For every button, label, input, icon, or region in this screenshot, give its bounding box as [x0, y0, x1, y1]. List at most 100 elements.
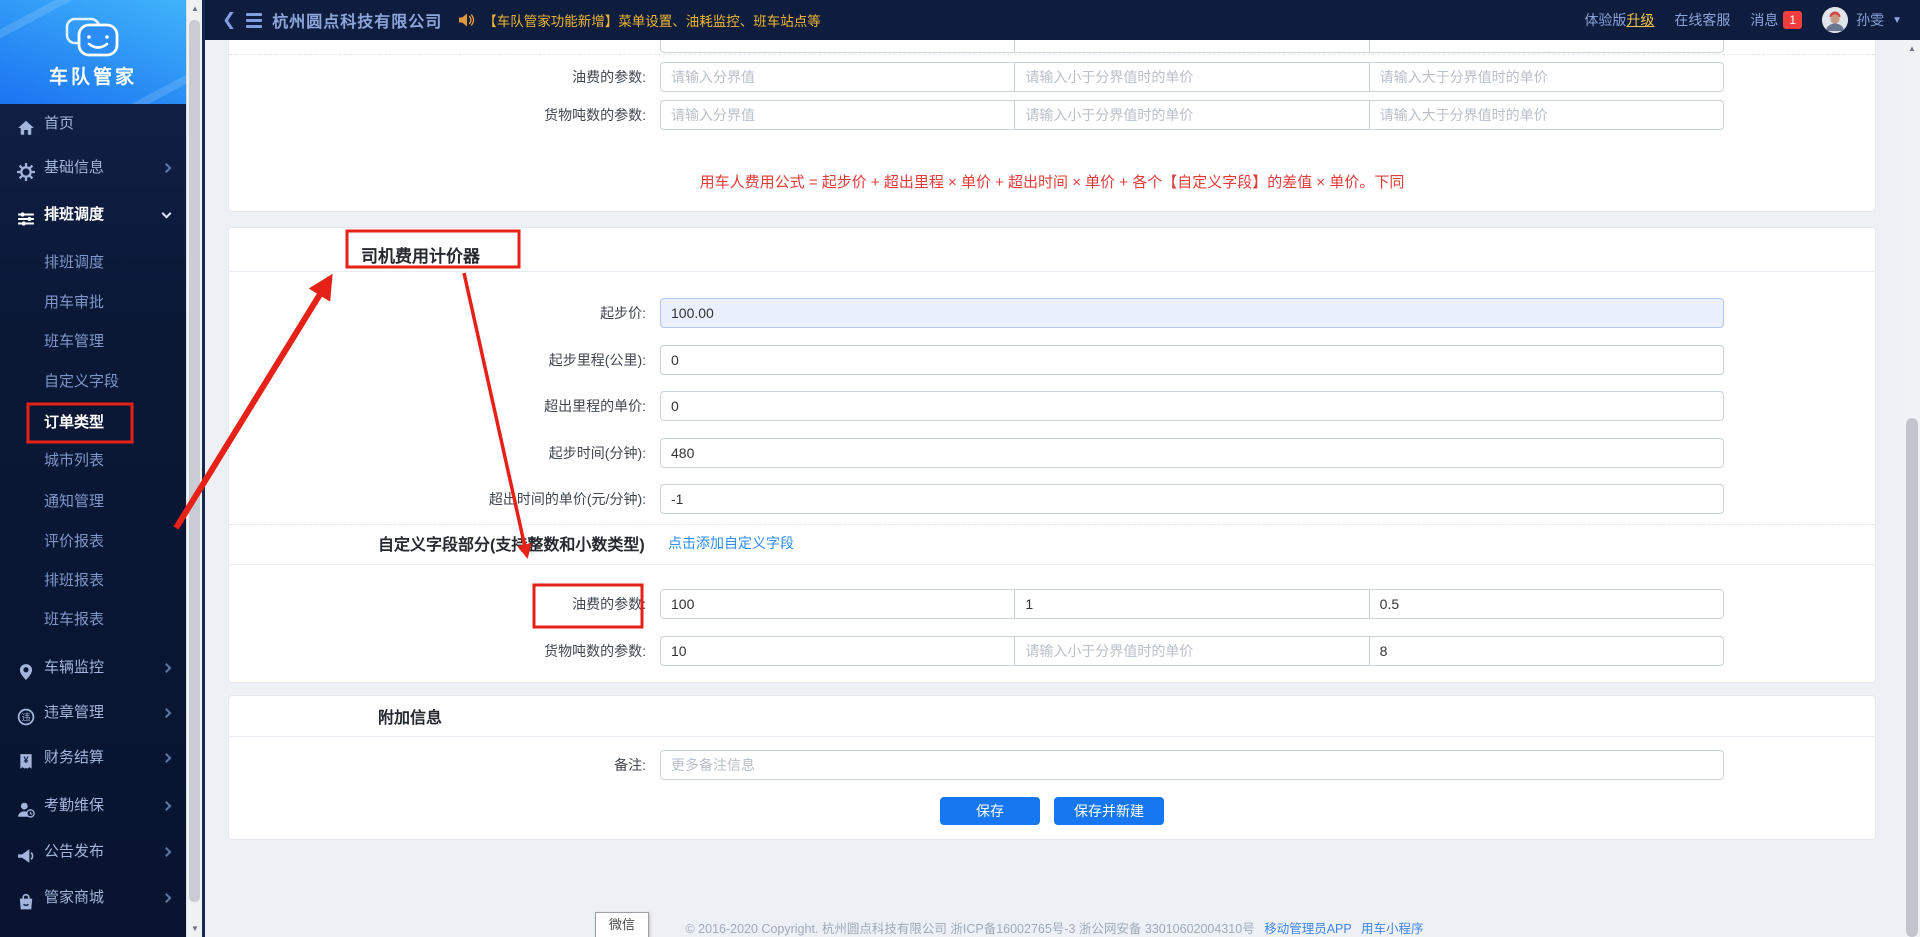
excess-mileage-price-input[interactable]: [660, 391, 1724, 421]
person-clock-icon: [17, 797, 35, 815]
wechat-tooltip: 微信: [595, 912, 649, 937]
chevron-right-icon: [162, 663, 172, 673]
add-custom-field-link[interactable]: 点击添加自定义字段: [668, 533, 794, 553]
trial-label: 体验版: [1584, 12, 1626, 28]
sidebar-item-shuttle-mgmt[interactable]: 班车管理: [0, 325, 186, 359]
above-threshold-price-input[interactable]: [1369, 637, 1723, 665]
page-scrollbar[interactable]: ▲: [1904, 40, 1920, 937]
page-scrollbar-thumb[interactable]: [1906, 418, 1918, 937]
section-separator: [229, 54, 1875, 55]
base-time-input[interactable]: [660, 438, 1724, 468]
admin-app-link[interactable]: 移动管理员APP: [1264, 922, 1351, 936]
base-mileage-input[interactable]: [660, 345, 1724, 375]
sidebar-item-vehicle-approval[interactable]: 用车审批: [0, 286, 186, 320]
threshold-input[interactable]: [661, 101, 1014, 129]
card-extra-info: 附加信息 备注: 保存 保存并新建: [228, 695, 1876, 840]
base-price-input[interactable]: [660, 298, 1724, 328]
sidebar-item-violation-mgmt[interactable]: 违 违章管理: [0, 695, 186, 731]
announcement-text: 【车队管家功能新增】菜单设置、油耗监控、班车站点等: [483, 10, 821, 30]
sidebar-item-order-type[interactable]: 订单类型: [0, 406, 186, 440]
user-menu[interactable]: 孙雯 ▼: [1822, 7, 1902, 33]
app-title: 车队管家: [49, 62, 137, 89]
violation-badge-icon: 违: [17, 704, 35, 722]
gear-icon: [17, 159, 35, 177]
above-threshold-price-input[interactable]: [1369, 63, 1723, 91]
remark-input[interactable]: [660, 750, 1724, 780]
trial-upgrade[interactable]: 体验版升级: [1584, 10, 1654, 30]
speaker-icon: [458, 12, 475, 28]
scroll-up-arrow[interactable]: ▲: [1904, 44, 1920, 53]
section-separator: [229, 736, 1875, 737]
mini-program-link[interactable]: 用车小程序: [1361, 922, 1424, 936]
sidebar-group-scheduling[interactable]: 排班调度: [0, 197, 186, 233]
below-threshold-price-input[interactable]: [1014, 637, 1368, 665]
chevron-right-icon: [162, 801, 172, 811]
sidebar-item-rating-report[interactable]: 评价报表: [0, 525, 186, 559]
card-driver-fee: 司机费用计价器 起步价: 起步里程(公里): 超出里程的单价: 起步时间(分钟)…: [228, 227, 1876, 683]
app-logo: 车队管家: [0, 0, 186, 104]
threshold-input[interactable]: [661, 63, 1014, 91]
section-separator: [229, 271, 1875, 272]
threshold-input[interactable]: [661, 637, 1014, 665]
location-pin-icon: [17, 659, 35, 677]
company-name: 杭州圆点科技有限公司: [272, 8, 442, 32]
field-label: 油费的参数:: [229, 589, 646, 619]
field-label: 起步里程(公里):: [229, 345, 646, 375]
sidebar-item-attendance[interactable]: 考勤维保: [0, 788, 186, 824]
messages[interactable]: 消息1: [1750, 10, 1802, 30]
chevron-right-icon: [162, 163, 172, 173]
field-label: 油费的参数:: [229, 62, 646, 92]
back-chevron-icon[interactable]: ❮: [222, 10, 236, 30]
sidebar-item-notice-mgmt[interactable]: 通知管理: [0, 485, 186, 519]
upgrade-link[interactable]: 升级: [1626, 12, 1654, 28]
section-separator: [229, 564, 1875, 565]
footer: © 2016-2020 Copyright. 杭州圆点科技有限公司 浙ICP备1…: [205, 918, 1904, 937]
sidebar-item-finance[interactable]: ¥ 财务结算: [0, 740, 186, 776]
svg-text:违: 违: [21, 712, 30, 722]
sidebar-item-store[interactable]: 管家商城: [0, 880, 186, 916]
scroll-down-arrow[interactable]: ▼: [187, 924, 203, 933]
field-label: 起步时间(分钟):: [229, 438, 646, 468]
sidebar-item-shuttle-report[interactable]: 班车报表: [0, 603, 186, 637]
sidebar-item-basic-info[interactable]: 基础信息: [0, 150, 186, 186]
sliders-icon: [17, 206, 35, 224]
copyright-text: © 2016-2020 Copyright. 杭州圆点科技有限公司 浙ICP备1…: [686, 922, 1255, 936]
section-separator: [229, 524, 1875, 525]
cargo-param-row: [660, 636, 1724, 666]
sidebar-item-schedule-report[interactable]: 排班报表: [0, 564, 186, 598]
sidebar-item-scheduling[interactable]: 排班调度: [0, 246, 186, 280]
excess-time-price-input[interactable]: [660, 484, 1724, 514]
section-title-extra-info: 附加信息: [378, 704, 442, 728]
online-support[interactable]: 在线客服: [1674, 10, 1730, 30]
svg-text:¥: ¥: [23, 755, 28, 765]
section-title-custom-fields: 自定义字段部分(支持整数和小数类型): [378, 531, 645, 555]
content-divider: [202, 0, 205, 937]
shopping-bag-icon: [17, 889, 35, 907]
fee-formula-note: 用车人费用公式 = 起步价 + 超出里程 × 单价 + 超出时间 × 单价 + …: [229, 171, 1875, 192]
above-threshold-price-input[interactable]: [1369, 590, 1723, 618]
message-count-badge: 1: [1783, 11, 1802, 29]
threshold-input[interactable]: [661, 590, 1014, 618]
field-label: 起步价:: [229, 298, 646, 328]
above-threshold-price-input[interactable]: [1369, 101, 1723, 129]
save-and-new-button[interactable]: 保存并新建: [1054, 797, 1164, 825]
sidebar-scrollbar[interactable]: ▲ ▼: [186, 0, 202, 937]
field-label: 货物吨数的参数:: [229, 100, 646, 130]
sidebar-item-home[interactable]: 首页: [0, 106, 186, 142]
sidebar-item-city-list[interactable]: 城市列表: [0, 444, 186, 478]
below-threshold-price-input[interactable]: [1014, 101, 1368, 129]
menu-list-icon[interactable]: [246, 13, 262, 28]
save-button[interactable]: 保存: [940, 797, 1040, 825]
below-threshold-price-input[interactable]: [1014, 590, 1368, 618]
field-label: 超出时间的单价(元/分钟):: [229, 484, 646, 514]
scroll-up-arrow[interactable]: ▲: [187, 4, 203, 13]
sidebar-scrollbar-thumb[interactable]: [189, 20, 200, 902]
sidebar-item-announcement[interactable]: 公告发布: [0, 834, 186, 870]
below-threshold-price-input[interactable]: [1014, 63, 1368, 91]
sidebar-item-vehicle-monitor[interactable]: 车辆监控: [0, 650, 186, 686]
field-label: 超出里程的单价:: [229, 391, 646, 421]
avatar[interactable]: [1822, 7, 1848, 33]
field-label: 备注:: [229, 750, 646, 780]
sidebar-item-custom-fields[interactable]: 自定义字段: [0, 365, 186, 399]
sidebar: 车队管家 首页 基础信息 排班调度 排班调度 用车审批 班车管理 自定义字段 订…: [0, 0, 186, 937]
